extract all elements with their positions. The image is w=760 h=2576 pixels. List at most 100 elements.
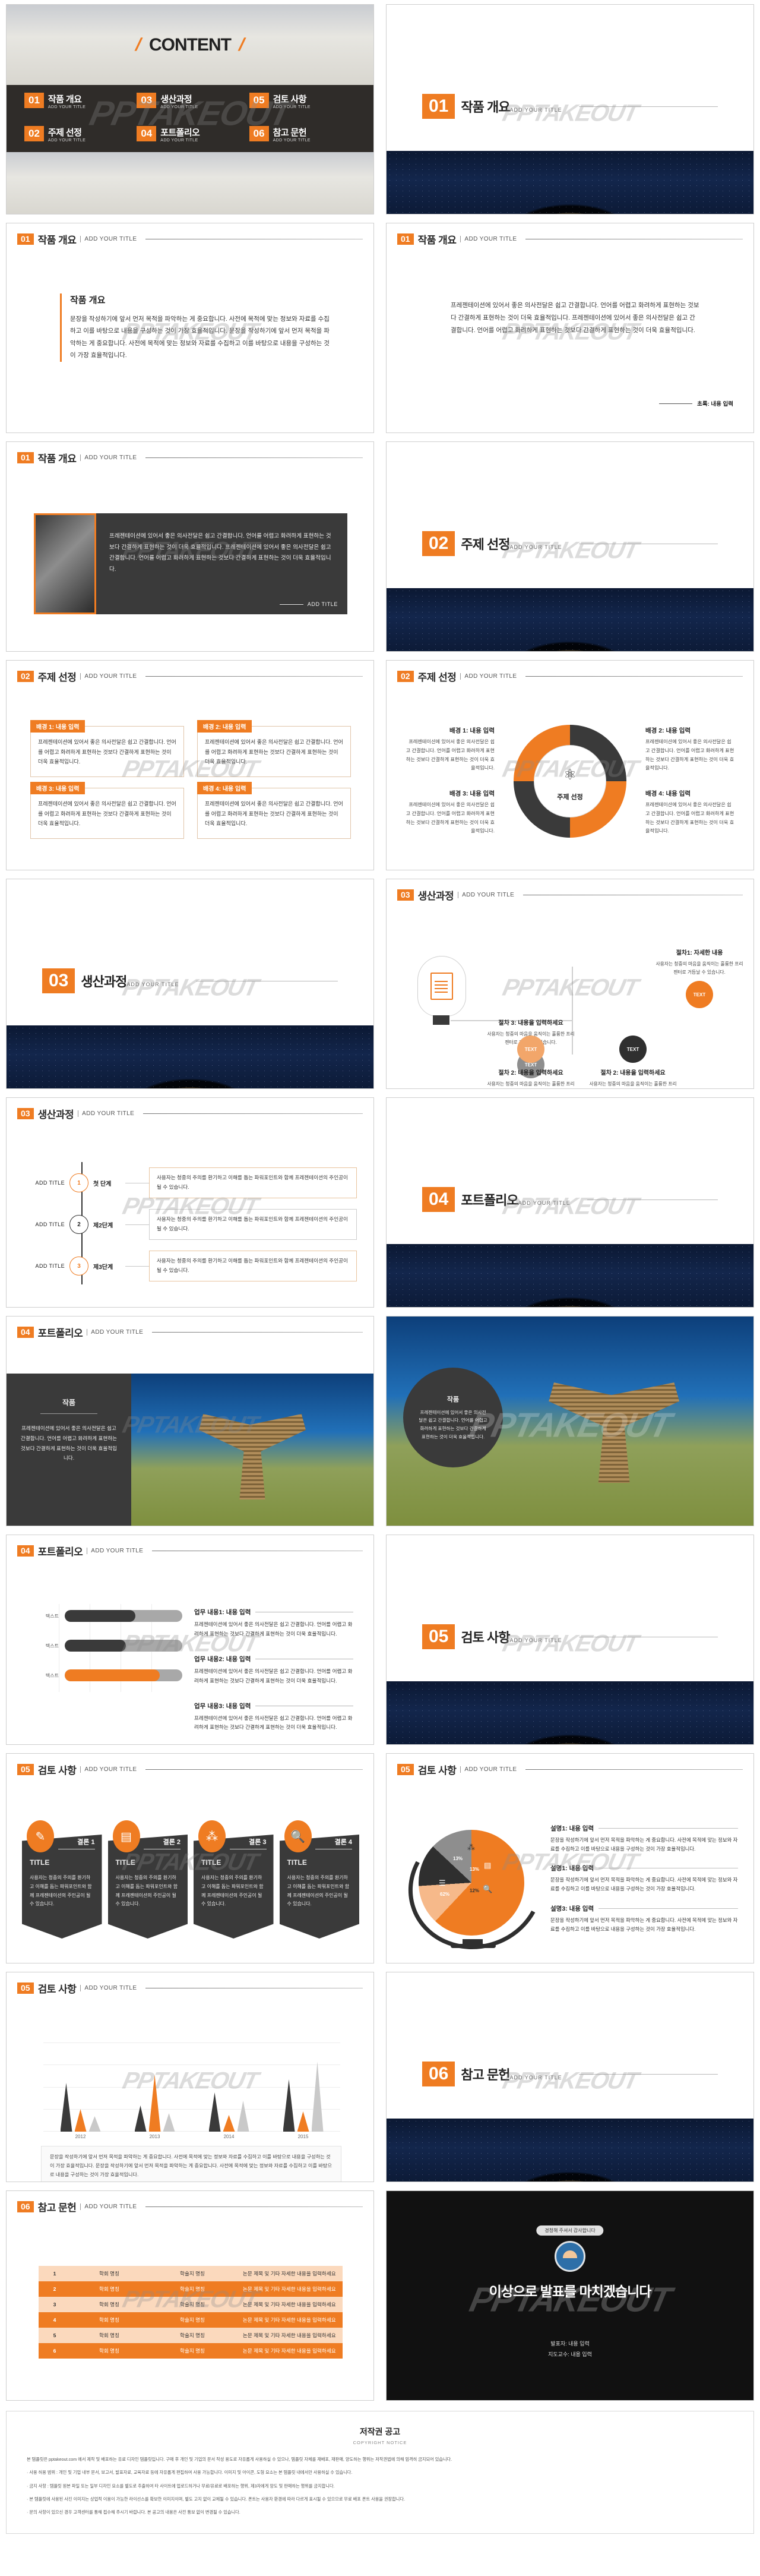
bar-desc-2-heading: 업무 내용2: 내용 입력	[194, 1655, 251, 1663]
timeline-connector	[125, 1265, 149, 1267]
row-detail: 논문 제목 및 기타 자세한 내용을 입력하세요	[237, 2266, 343, 2281]
night-photo	[387, 1681, 753, 1744]
topic-box-3-text: 프레젠테이션에 있어서 좋은 의사전달은 쉽고 간결합니다. 언어를 어렵고 화…	[38, 801, 176, 827]
bar-row-2: 텍스트	[34, 1640, 182, 1652]
content-item-01[interactable]: 01 작품 개요 ADD YOUR TITLE	[24, 93, 132, 119]
slide-section-05[interactable]: 05 검토 사항ADD YOUR TITLE PPTAKEOUT	[386, 1535, 754, 1745]
slide-section-02[interactable]: 02 주제 선정ADD YOUR TITLE PPTAKEOUT	[386, 441, 754, 652]
slide-content[interactable]: / CONTENT / 01 작품 개요 ADD YOUR TITLE 03 생산…	[6, 4, 374, 214]
section-01-num: 01	[422, 94, 455, 119]
row-journal: 학술지 명칭	[148, 2343, 237, 2359]
portfolio-caption-panel: 작품 프레젠테이션에 있어서 좋은 의사전달은 쉽고 간결합니다. 언어를 어렵…	[7, 1374, 131, 1526]
pie-slice-3-pct: 13%	[470, 1867, 480, 1872]
abstract-rule	[659, 403, 693, 404]
pie-slice-2-pct: 12%	[470, 1888, 480, 1893]
process-step-4[interactable]: TEXT 절차 2: 내용을 입력하세요 사용자는 청중의 마음을 움직이는 훌륭한…	[588, 1031, 677, 1088]
slide-review-pie[interactable]: 05 검토 사항 ADD YOUR TITLE ☰ 62% 🔍 12% ▤ 13% …	[386, 1753, 754, 1963]
bar-dark	[60, 2083, 72, 2132]
content-item-03[interactable]: 03 생산과정 ADD YOUR TITLE	[137, 93, 244, 119]
slide-section-04[interactable]: 04 포트폴리오ADD YOUR TITLE PPTAKEOUT	[386, 1097, 754, 1308]
lightbulb-icon	[417, 956, 466, 1016]
row-society: 학회 명칭	[71, 2281, 148, 2297]
table-row[interactable]: 1 학회 명칭 학술지 명칭 논문 제목 및 기타 자세한 내용을 입력하세요	[39, 2266, 343, 2281]
review-panel-3-kr: 결론 3	[249, 1839, 267, 1846]
slide-section-06[interactable]: 06 참고 문헌ADD YOUR TITLE PPTAKEOUT	[386, 1972, 754, 2182]
review-panel-4[interactable]: 🔍 결론 4 TITLE 사용자는 청중의 주의를 환기하고 이해를 돕는 파워포인트…	[279, 1818, 359, 1939]
table-row[interactable]: 3 학회 명칭 학술지 명칭 논문 제목 및 기타 자세한 내용을 입력하세요	[39, 2297, 343, 2312]
bar-desc-2: 업무 내용2: 내용 입력 프레젠테이션에 있어서 좋은 의사전달은 쉽고 간결합…	[194, 1655, 353, 1686]
slide-topic-donut[interactable]: 02 주제 선정 ADD YOUR TITLE ⚛ 주제 선정 배경 1: 내용 입…	[386, 660, 754, 870]
timeline-row-1[interactable]: ADD TITLE 1 첫 단계 사용자는 청중의 주의를 환기하고 이해를 돕…	[23, 1166, 357, 1200]
slide-process-circles[interactable]: 03 생산과정 ADD YOUR TITLE 절차 3: 내용을 입력하세요 사용자는…	[386, 879, 754, 1089]
timeline-row-3-card: 사용자는 청중의 주의를 환기하고 이해를 돕는 파워포인트와 함께 프레젠테이…	[149, 1251, 357, 1281]
pie-base	[451, 1944, 496, 1948]
slide-section-03[interactable]: 03 생산과정ADD YOUR TITLE PPTAKEOUT	[6, 879, 374, 1089]
chart-x-labels: 2012 2013 2014 2015	[43, 2134, 340, 2139]
review-panel-3[interactable]: ⁂ 결론 3 TITLE 사용자는 청중의 주의를 환기하고 이해를 돕는 파워포인트…	[194, 1818, 274, 1939]
topic-box-4-text: 프레젠테이션에 있어서 좋은 의사전달은 쉽고 간결합니다. 언어를 어렵고 화…	[205, 801, 343, 827]
topic-box-4[interactable]: 배경 4: 내용 입력 프레젠테이션에 있어서 좋은 의사전달은 쉽고 간결합니다…	[197, 782, 351, 839]
header-rule	[145, 457, 363, 458]
topic-box-3[interactable]: 배경 3: 내용 입력프레젠테이션에 있어서 좋은 의사전달은 쉽고 간결합니다…	[30, 782, 184, 839]
process-step-1[interactable]: 절차1: 자세한 내용 사용자는 청중의 마음을 움직이는 훌륭한 프리젠터로 거…	[655, 948, 744, 1009]
slide-num: 05	[17, 1764, 34, 1775]
chart-group-2014	[208, 2092, 249, 2132]
row-index: 4	[39, 2312, 71, 2328]
process-step-2[interactable]: TEXT 절차 2: 내용을 입력하세요 사용자는 청중의 마음을 움직이는 훌륭한…	[486, 1031, 575, 1088]
review-panel-3-text: 사용자는 청중의 주의를 환기하고 이해를 돕는 파워포인트와 함께 프레젠테이…	[201, 1875, 264, 1907]
review-panel-1-title: TITLE	[30, 1858, 50, 1867]
x-label-2013: 2013	[149, 2134, 160, 2139]
timeline-row-3[interactable]: ADD TITLE 3 제3단계 사용자는 청중의 주의를 환기하고 이해를 돕…	[23, 1249, 357, 1283]
slide-subtitle: ADD YOUR TITLE	[87, 1329, 143, 1336]
section-06-sub: ADD YOUR TITLE	[509, 2075, 562, 2081]
slide-subtitle: ADD YOUR TITLE	[460, 236, 517, 242]
slide-portfolio-image-left[interactable]: 04 포트폴리오 ADD YOUR TITLE 작품 프레젠테이션에 있어서 좋은 …	[6, 1316, 374, 1526]
slide-closing[interactable]: 경청해 주셔서 감사합니다 이상으로 발표를 마치겠습니다 발표자: 내용 입력…	[386, 2190, 754, 2401]
add-title-label: ADD TITLE	[307, 601, 338, 607]
process-step-4-badge: TEXT	[619, 1036, 647, 1063]
bar-orange	[223, 2115, 235, 2132]
content-item-05[interactable]: 05 검토 사항 ADD YOUR TITLE	[249, 93, 357, 119]
slide-title: 주제 선정	[37, 672, 77, 683]
slide-review-chart[interactable]: 05 검토 사항 ADD YOUR TITLE 2012 2013 2014 2…	[6, 1972, 374, 2182]
abstract-label: 초록: 내용 입력	[697, 401, 733, 408]
topic-box-1[interactable]: 배경 1: 내용 입력 프레젠테이션에 있어서 좋은 의사전달은 쉽고 간결합니다…	[30, 720, 184, 777]
section-05-title: 검토 사항	[461, 1630, 510, 1645]
advisor-line: 지도교수: 내용 입력	[548, 2351, 592, 2357]
slide-portfolio-bars[interactable]: 04 포트폴리오 ADD YOUR TITLE 텍스트 텍스트 텍스트 업무 내용1…	[6, 1535, 374, 1745]
content-item-02[interactable]: 02 주제 선정 ADD YOUR TITLE	[24, 126, 132, 152]
topic-box-2[interactable]: 배경 2: 내용 입력 프레젠테이션에 있어서 좋은 의사전달은 쉽고 간결합니다…	[197, 720, 351, 777]
table-row[interactable]: 6 학회 명칭 학술지 명칭 논문 제목 및 기타 자세한 내용을 입력하세요	[39, 2343, 343, 2359]
slide-portfolio-image-circle[interactable]: 작품 프레젠테이션에 있어서 좋은 의사전달은 쉽고 간결합니다. 언어를 어렵…	[386, 1316, 754, 1526]
table-row[interactable]: 2 학회 명칭 학술지 명칭 논문 제목 및 기타 자세한 내용을 입력하세요	[39, 2281, 343, 2297]
process-step-1-text: 사용자는 청중의 마음을 움직이는 훌륭한 프리젠터로 거듭날 수 있습니다.	[656, 961, 743, 975]
review-panel-2[interactable]: ▤ 결론 2 TITLE 사용자는 청중의 주의를 환기하고 이해를 돕는 파워포인트…	[107, 1818, 188, 1939]
section-04-title: 포트폴리오	[461, 1193, 518, 1208]
slide-timeline[interactable]: 03 생산과정 ADD YOUR TITLE ADD TITLE 1 첫 단계 사용…	[6, 1097, 374, 1308]
row-journal: 학술지 명칭	[148, 2328, 237, 2343]
topic-box-3-caption: 배경 3: 내용 입력	[30, 782, 86, 794]
copyright-p1: 본 템플릿은 pptakeout.com 에서 제작 및 배포하는 유료 디자인…	[27, 2456, 452, 2462]
table-row[interactable]: 5 학회 명칭 학술지 명칭 논문 제목 및 기타 자세한 내용을 입력하세요	[39, 2328, 343, 2343]
speaker-photo	[34, 513, 96, 614]
x-label-2014: 2014	[223, 2134, 235, 2139]
slide-section-01[interactable]: 01 작품 개요ADD YOUR TITLE PPTAKEOUT	[386, 4, 754, 214]
review-panel-4-text: 사용자는 청중의 주의를 환기하고 이해를 돕는 파워포인트와 함께 프레젠테이…	[287, 1875, 350, 1907]
timeline-row-2[interactable]: ADD TITLE 2 제2단계 사용자는 청중의 주의를 환기하고 이해를 돕…	[23, 1207, 357, 1242]
slide-overview-1[interactable]: 01 작품 개요 ADD YOUR TITLE 작품 개요 문장을 작성하기에 앞서…	[6, 223, 374, 433]
slide-reference-table[interactable]: 06 참고 문헌 ADD YOUR TITLE 1 학회 명칭 학술지 명칭 논문 제목 …	[6, 2190, 374, 2401]
slide-review-panels[interactable]: 05 검토 사항 ADD YOUR TITLE ✎ 결론 1 TITLE 사용자는 청중의…	[6, 1753, 374, 1963]
content-item-06[interactable]: 06 참고 문헌 ADD YOUR TITLE	[249, 126, 357, 152]
slide-num: 03	[397, 889, 414, 901]
slide-overview-2[interactable]: 01 작품 개요 ADD YOUR TITLE 프레젠테이션에 있어서 좋은 의사전…	[386, 223, 754, 433]
content-item-04[interactable]: 04 포트폴리오 ADD YOUR TITLE	[137, 126, 244, 152]
table-row[interactable]: 4 학회 명칭 학술지 명칭 논문 제목 및 기타 자세한 내용을 입력하세요	[39, 2312, 343, 2328]
section-04-sub: ADD YOUR TITLE	[518, 1200, 571, 1206]
content-item-01-num: 01	[24, 93, 44, 108]
content-title: CONTENT	[149, 34, 232, 55]
slide-overview-3[interactable]: 01 작품 개요 ADD YOUR TITLE 프레젠테이션에 있어서 좋은 의사전…	[6, 441, 374, 652]
review-panel-1[interactable]: ✎ 결론 1 TITLE 사용자는 청중의 주의를 환기하고 이해를 돕는 파워포인트…	[22, 1818, 102, 1939]
slide-topic-boxes[interactable]: 02 주제 선정 ADD YOUR TITLE 배경 1: 내용 입력 프레젠테이션에…	[6, 660, 374, 870]
content-item-01-label: 작품 개요	[48, 94, 82, 105]
slide-title: 포트폴리오	[37, 1546, 83, 1558]
